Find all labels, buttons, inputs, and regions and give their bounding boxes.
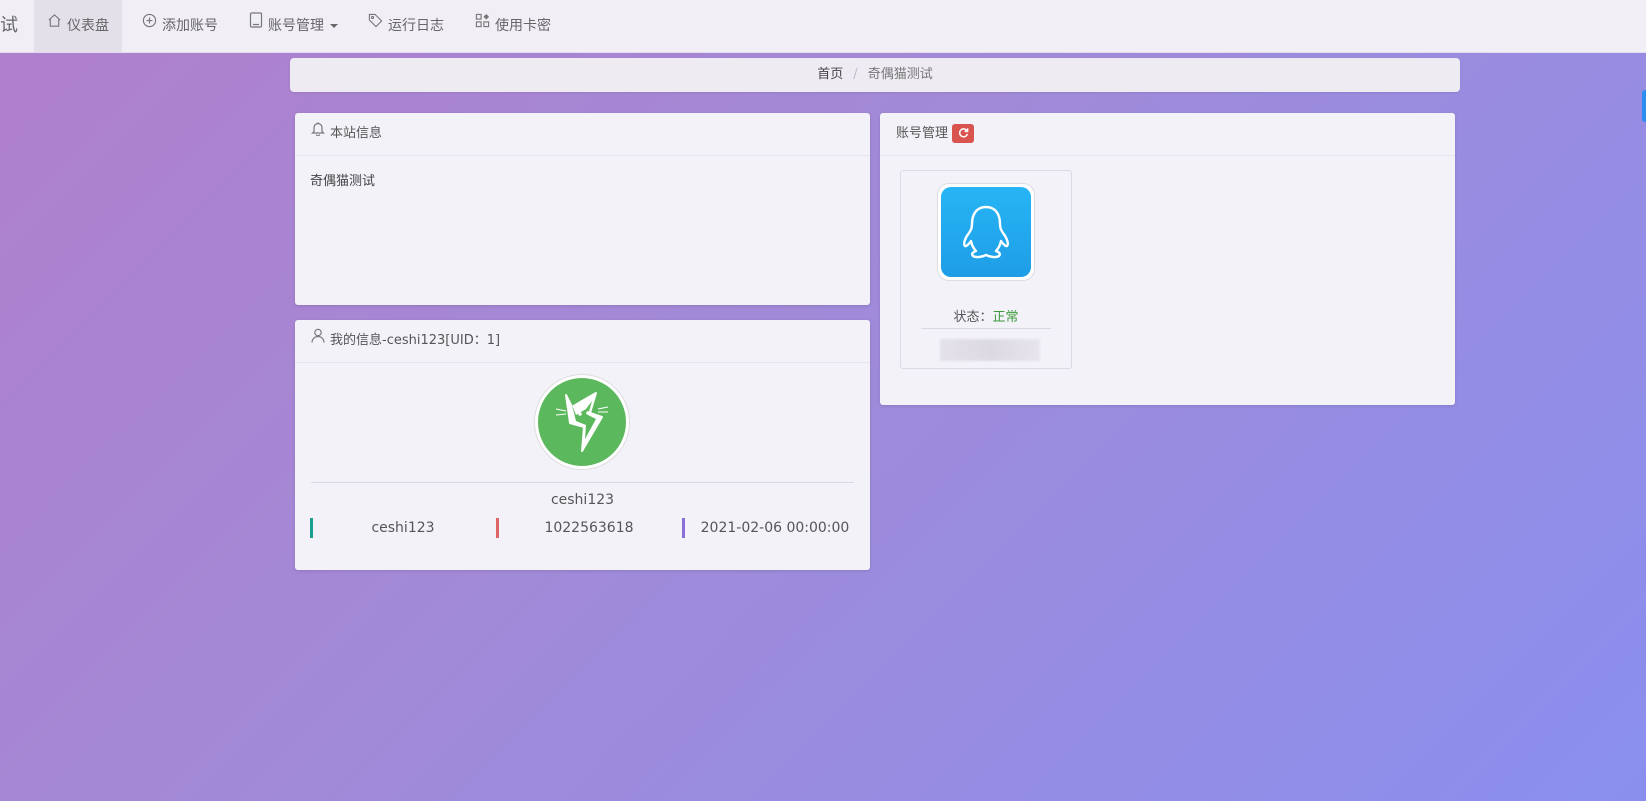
user-stats: ceshi123 1022563618 2021-02-06 00:00:00	[310, 516, 860, 540]
breadcrumb-home[interactable]: 首页	[817, 67, 843, 82]
user-avatar	[534, 374, 630, 470]
book-icon	[249, 0, 263, 50]
side-tab-marker[interactable]	[1642, 90, 1646, 122]
username-label: ceshi123	[550, 492, 615, 508]
bell-icon	[311, 112, 325, 154]
account-id-redacted	[940, 339, 1040, 361]
nav-add-account[interactable]: 添加账号	[142, 0, 218, 52]
stat-qq: 1022563618	[496, 516, 682, 540]
stat-color-bar	[682, 518, 685, 538]
my-info-panel: 我的信息-ceshi123[UID：1] ceshi123 ceshi123 1…	[295, 320, 870, 570]
site-info-content: 奇偶猫测试	[310, 174, 376, 189]
divider	[921, 328, 1051, 329]
nav-account-manage-label: 账号管理	[268, 18, 324, 34]
user-icon	[311, 319, 325, 361]
account-status-label: 状态：	[953, 310, 993, 325]
stat-account: ceshi123	[310, 516, 496, 540]
account-card[interactable]: 状态：正常	[900, 170, 1072, 369]
divider	[311, 482, 854, 483]
my-info-title: 我的信息-ceshi123[UID：1]	[330, 333, 501, 348]
site-brand[interactable]: 试	[0, 0, 18, 52]
nav-use-card[interactable]: 使用卡密	[475, 0, 551, 52]
refresh-button[interactable]	[952, 123, 975, 143]
nav-use-card-label: 使用卡密	[495, 18, 551, 34]
breadcrumb-separator: /	[853, 67, 858, 82]
nav-dashboard[interactable]: 仪表盘	[34, 0, 122, 52]
stat-date-value: 2021-02-06 00:00:00	[700, 520, 850, 536]
plus-circle-icon	[142, 0, 157, 50]
stat-date: 2021-02-06 00:00:00	[682, 516, 868, 540]
avatar-logo-icon	[538, 378, 626, 466]
tag-icon	[368, 0, 383, 50]
site-info-title: 本站信息	[330, 126, 383, 141]
nav-run-log-label: 运行日志	[388, 18, 444, 34]
qq-penguin-icon	[941, 187, 1031, 277]
stat-account-value: ceshi123	[371, 520, 435, 536]
stat-color-bar	[310, 518, 313, 538]
nav-account-manage[interactable]: 账号管理	[249, 0, 338, 52]
account-manager-title: 账号管理	[896, 126, 949, 141]
breadcrumb: 首页 / 奇偶猫测试	[290, 58, 1460, 92]
refresh-icon	[958, 127, 968, 138]
account-avatar	[937, 183, 1035, 281]
top-navbar: 试 仪表盘 添加账号 账号管理 运行日志 使用卡密	[0, 0, 1646, 53]
account-status-value: 正常	[992, 310, 1019, 325]
site-info-heading: 本站信息	[295, 113, 870, 156]
account-manager-heading: 账号管理	[880, 113, 1455, 156]
site-info-panel: 本站信息 奇偶猫测试	[295, 113, 870, 305]
breadcrumb-current: 奇偶猫测试	[867, 67, 933, 82]
chevron-down-icon	[330, 24, 338, 28]
account-status: 状态：正常	[901, 306, 1071, 325]
nav-dashboard-label: 仪表盘	[67, 18, 109, 34]
account-manager-panel: 账号管理 状态：正常	[880, 113, 1455, 405]
home-icon	[47, 0, 62, 50]
stat-color-bar	[496, 518, 499, 538]
nav-add-account-label: 添加账号	[162, 18, 218, 34]
nav-run-log[interactable]: 运行日志	[368, 0, 444, 52]
my-info-heading: 我的信息-ceshi123[UID：1]	[295, 320, 870, 363]
stat-qq-value: 1022563618	[544, 520, 634, 536]
apps-icon	[475, 0, 490, 50]
